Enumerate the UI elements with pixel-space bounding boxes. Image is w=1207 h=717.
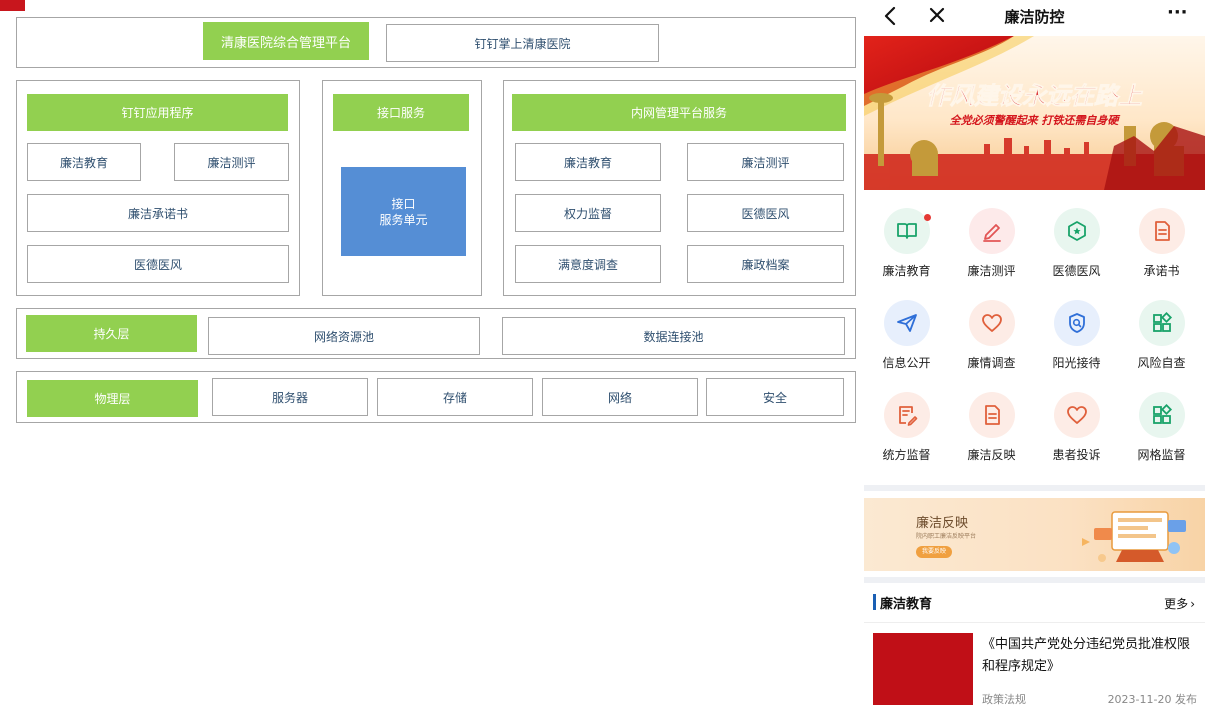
dingtalk-item: 廉洁承诺书 xyxy=(27,194,289,232)
grid-item-xinxi-gongkai[interactable]: 信息公开 xyxy=(864,292,949,378)
shield-star-icon xyxy=(1054,208,1100,254)
grid-item-fengxian-zicha[interactable]: 风险自查 xyxy=(1119,292,1204,378)
more-label: 更多 xyxy=(1164,597,1189,611)
persistence-header: 持久层 xyxy=(26,315,197,352)
persistence-item: 网络资源池 xyxy=(208,317,480,355)
apps-icon xyxy=(1139,300,1185,346)
intranet-item: 廉洁测评 xyxy=(687,143,844,181)
interface-unit-line2: 服务单元 xyxy=(379,212,428,227)
grid-item-yide-yifeng[interactable]: 医德医风 xyxy=(1034,200,1119,286)
document-icon xyxy=(969,392,1015,438)
grid-item-lianqing-diaocha[interactable]: 廉情调查 xyxy=(949,292,1034,378)
physical-item: 服务器 xyxy=(212,378,368,416)
grid-item-tongfang-jiandu[interactable]: 统方监督 xyxy=(864,384,949,470)
intranet-item: 廉政档案 xyxy=(687,245,844,283)
search-shield-icon xyxy=(1054,300,1100,346)
promo-title: 廉洁反映 xyxy=(916,516,969,531)
grid-item-wangge-jiandu[interactable]: 网格监督 xyxy=(1119,384,1204,470)
education-section-header: 廉洁教育 更多 › xyxy=(864,588,1205,616)
grid-item-huanzhe-tousu[interactable]: 患者投诉 xyxy=(1034,384,1119,470)
physical-item: 存储 xyxy=(377,378,533,416)
dingtalk-item: 医德医风 xyxy=(27,245,289,283)
grid-item-label: 阳光接待 xyxy=(1052,356,1101,370)
platform-title: 清康医院综合管理平台 xyxy=(203,22,369,60)
promo-banner[interactable]: 廉洁反映 院内职工廉洁反映平台 我要反映 xyxy=(864,498,1205,571)
grid-item-label: 患者投诉 xyxy=(1052,448,1101,462)
grid-item-lianjie-jiaoyu[interactable]: 廉洁教育 xyxy=(864,200,949,286)
promo-illustration xyxy=(1082,511,1186,562)
article-thumbnail xyxy=(873,633,973,705)
chevron-right-icon: › xyxy=(1190,597,1195,611)
intranet-item: 权力监督 xyxy=(515,194,661,232)
nav-bar: 廉洁防控 ··· xyxy=(864,0,1205,36)
section-divider xyxy=(864,577,1205,583)
grid-item-lianjie-ceping[interactable]: 廉洁测评 xyxy=(949,200,1034,286)
promo-subtitle: 院内职工廉洁反映平台 xyxy=(916,533,977,540)
apps-icon xyxy=(1139,392,1185,438)
banner-headline: 作风建设永远在路上 xyxy=(926,82,1143,110)
article-title: 《中国共产党处分违纪党员批准权限和程序规定》 xyxy=(982,637,1191,674)
heart-icon xyxy=(1054,392,1100,438)
grid-item-label: 承诺书 xyxy=(1143,264,1180,278)
grid-item-label: 网格监督 xyxy=(1137,448,1186,462)
banner-image[interactable]: 作风建设永远在路上 全党必须警醒起来 打铁还需自身硬 xyxy=(864,36,1205,190)
physical-item: 网络 xyxy=(542,378,698,416)
dingtalk-item: 廉洁测评 xyxy=(174,143,289,181)
grid-item-label: 医德医风 xyxy=(1052,264,1101,278)
document-icon xyxy=(1139,208,1185,254)
more-icon[interactable]: ··· xyxy=(1167,2,1193,26)
intranet-header: 内网管理平台服务 xyxy=(512,94,846,131)
banner-subline: 全党必须警醒起来 打铁还需自身硬 xyxy=(950,114,1121,127)
section-title: 廉洁教育 xyxy=(880,597,933,612)
grid-item-label: 统方监督 xyxy=(882,448,931,462)
interface-unit: 接口 服务单元 xyxy=(341,167,466,256)
intranet-item: 廉洁教育 xyxy=(515,143,661,181)
physical-header: 物理层 xyxy=(27,380,198,417)
paper-plane-icon xyxy=(884,300,930,346)
promo-button[interactable]: 我要反映 xyxy=(916,546,953,558)
corner-mark xyxy=(0,0,25,11)
section-divider xyxy=(864,485,1205,491)
section-accent-bar xyxy=(873,594,876,610)
notification-dot xyxy=(924,214,931,221)
grid-item-label: 廉情调查 xyxy=(967,356,1016,370)
dingtalk-item: 廉洁教育 xyxy=(27,143,141,181)
edit-document-icon xyxy=(884,392,930,438)
pen-icon xyxy=(969,208,1015,254)
article-date: 2023-11-20 发布 xyxy=(1107,693,1197,706)
grid-item-label: 信息公开 xyxy=(882,356,931,370)
physical-item: 安全 xyxy=(706,378,844,416)
mobile-app-box: 钉钉掌上清康医院 xyxy=(386,24,659,62)
book-icon xyxy=(884,208,930,254)
article-category: 政策法规 xyxy=(982,693,1026,706)
heart-icon xyxy=(969,300,1015,346)
page-title: 廉洁防控 xyxy=(1004,8,1065,26)
grid-item-chengnuo-shu[interactable]: 承诺书 xyxy=(1119,200,1204,286)
grid-item-label: 廉洁教育 xyxy=(882,264,931,278)
grid-item-lianjie-fanying[interactable]: 廉洁反映 xyxy=(949,384,1034,470)
grid-item-label: 廉洁测评 xyxy=(967,264,1016,278)
intranet-item: 医德医风 xyxy=(687,194,844,232)
interface-header: 接口服务 xyxy=(333,94,469,131)
dingtalk-header: 钉钉应用程序 xyxy=(27,94,288,131)
article-item[interactable]: 《中国共产党处分违纪党员批准权限和程序规定》 政策法规 2023-11-20 发… xyxy=(864,630,1205,717)
grid-item-yangguang-jiedai[interactable]: 阳光接待 xyxy=(1034,292,1119,378)
persistence-item: 数据连接池 xyxy=(502,317,845,355)
intranet-item: 满意度调查 xyxy=(515,245,661,283)
phone-screen: 廉洁防控 ··· 作风建设永远在路上 全党必须警醒起来 打铁还需自身硬 廉洁教育… xyxy=(864,0,1205,717)
more-link[interactable]: 更多 › xyxy=(1164,595,1195,612)
grid-item-label: 廉洁反映 xyxy=(967,448,1016,462)
interface-unit-line1: 接口 xyxy=(391,196,416,211)
grid-item-label: 风险自查 xyxy=(1137,356,1186,370)
header-divider xyxy=(864,622,1205,623)
